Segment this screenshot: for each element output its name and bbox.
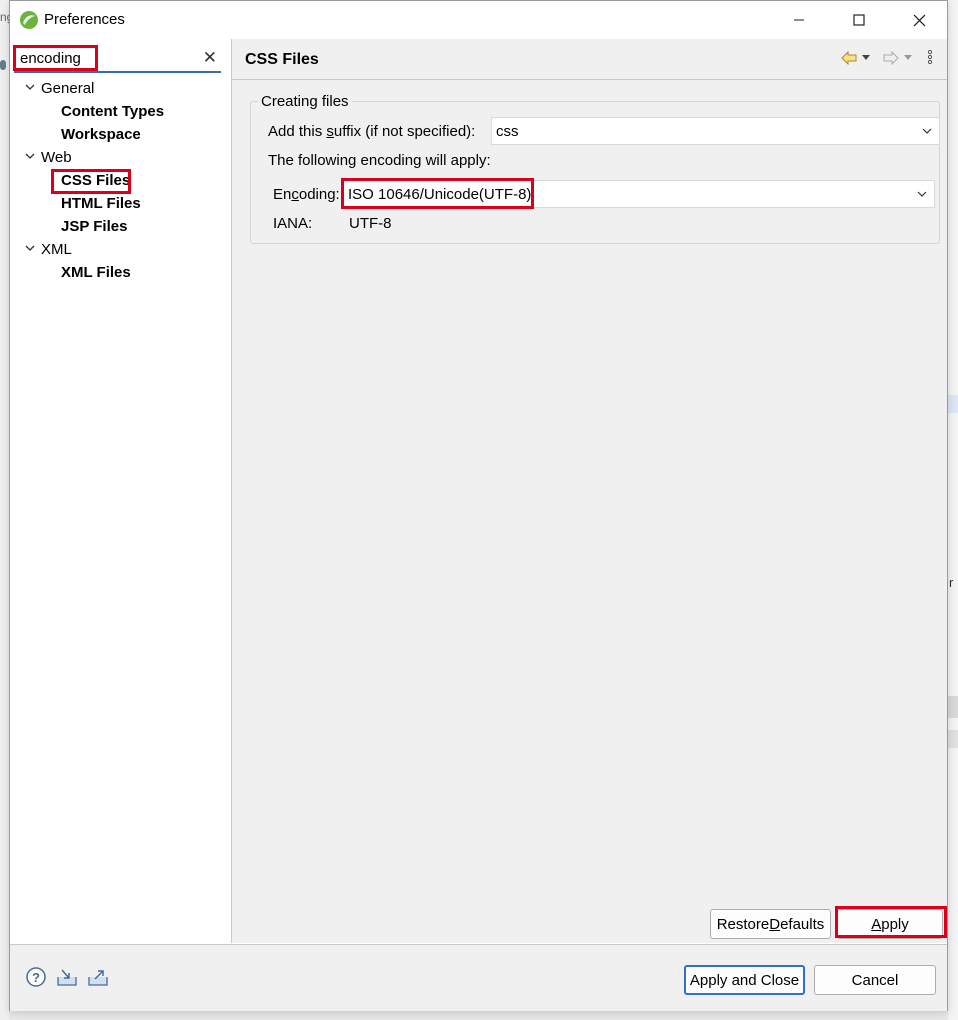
background-bar: [948, 730, 958, 748]
iana-label: IANA:: [273, 215, 313, 232]
page-header: CSS Files: [232, 39, 947, 80]
export-icon[interactable]: [87, 967, 109, 987]
back-arrow-icon[interactable]: [841, 51, 857, 65]
background-icon: [0, 60, 6, 70]
restore-label-pre: Restore: [716, 915, 770, 933]
encoding-label-pre: En: [273, 186, 292, 203]
tree-item-label: Web: [41, 149, 72, 166]
tree-item-label: XML Files: [61, 264, 131, 281]
suffix-label: Add this suffix (if not specified):: [268, 123, 475, 140]
restore-label-post: efaults: [780, 915, 825, 933]
tree-item-label: Workspace: [61, 126, 141, 143]
svg-text:?: ?: [32, 970, 40, 985]
forward-arrow-icon[interactable]: [883, 51, 899, 65]
suffix-label-mnemonic: s: [326, 123, 334, 140]
chevron-down-icon: [25, 84, 35, 90]
chevron-down-icon: [25, 153, 35, 159]
encoding-label-mnemonic: c: [291, 186, 299, 203]
restore-label-mnemonic: D: [769, 915, 781, 933]
restore-defaults-button[interactable]: Restore Defaults: [710, 909, 831, 939]
encoding-note: The following encoding will apply:: [268, 152, 491, 169]
tree-item-label: JSP Files: [61, 218, 128, 235]
preferences-dialog: Preferences encoding ✕ General Content T…: [9, 0, 948, 1011]
tree-item-label: XML: [41, 241, 72, 258]
close-icon: [913, 14, 925, 26]
group-label: Creating files: [258, 93, 352, 110]
minimize-icon: [794, 19, 804, 21]
maximize-button[interactable]: [836, 5, 882, 35]
tree-item-label: CSS Files: [61, 172, 131, 189]
preference-page: CSS Files Creating files Add this suffix…: [232, 39, 947, 943]
encoding-value: ISO 10646/Unicode(UTF-8): [348, 186, 532, 203]
suffix-combo[interactable]: css: [491, 117, 940, 145]
eclipse-logo-icon: [20, 11, 38, 29]
dialog-button-bar: ? Apply and Close Cancel: [10, 944, 947, 1011]
encoding-label: Encoding:: [273, 186, 340, 203]
cancel-label: Cancel: [851, 971, 899, 989]
background-text: r: [949, 575, 954, 590]
import-icon[interactable]: [56, 967, 78, 987]
chevron-down-icon: [25, 245, 35, 251]
title-bar: Preferences: [10, 1, 947, 39]
tree-item-label: Content Types: [61, 103, 165, 120]
apply-label-mnemonic: A: [871, 915, 882, 933]
apply-button[interactable]: Apply: [837, 909, 943, 939]
chevron-down-icon: [917, 191, 927, 197]
apply-and-close-button[interactable]: Apply and Close: [684, 965, 805, 995]
preferences-tree-panel: encoding ✕ General Content Types Workspa…: [10, 39, 232, 943]
chevron-down-icon: [922, 128, 932, 134]
suffix-label-pre: Add this: [268, 123, 327, 140]
view-menu-icon[interactable]: [927, 49, 933, 65]
forward-menu-chevron-icon[interactable]: [903, 54, 913, 62]
clear-search-icon[interactable]: ✕: [203, 48, 217, 68]
page-title: CSS Files: [245, 51, 319, 68]
close-button[interactable]: [896, 5, 942, 35]
filter-search-field[interactable]: encoding ✕: [14, 45, 221, 73]
background-editor-right: r: [948, 0, 958, 1020]
iana-value: UTF-8: [349, 215, 392, 232]
minimize-button[interactable]: [776, 5, 822, 35]
apply-label-post: pply: [881, 915, 909, 933]
suffix-label-post: uffix (if not specified):: [333, 123, 476, 140]
maximize-icon: [853, 14, 865, 26]
search-input[interactable]: encoding: [20, 50, 81, 67]
background-selection: [948, 395, 958, 413]
help-icon[interactable]: ?: [26, 967, 46, 987]
cancel-button[interactable]: Cancel: [814, 965, 936, 995]
tree-item-label: General: [41, 80, 95, 97]
background-bar: [948, 696, 958, 718]
encoding-label-post: oding:: [298, 186, 340, 203]
apply-and-close-label: Apply and Close: [689, 971, 800, 989]
encoding-combo[interactable]: ISO 10646/Unicode(UTF-8): [343, 180, 935, 208]
background-editor-left: ng: [0, 0, 13, 1020]
tree-item-label: HTML Files: [61, 195, 141, 212]
window-title: Preferences: [44, 11, 125, 28]
back-menu-chevron-icon[interactable]: [861, 54, 871, 62]
suffix-value: css: [496, 123, 519, 140]
